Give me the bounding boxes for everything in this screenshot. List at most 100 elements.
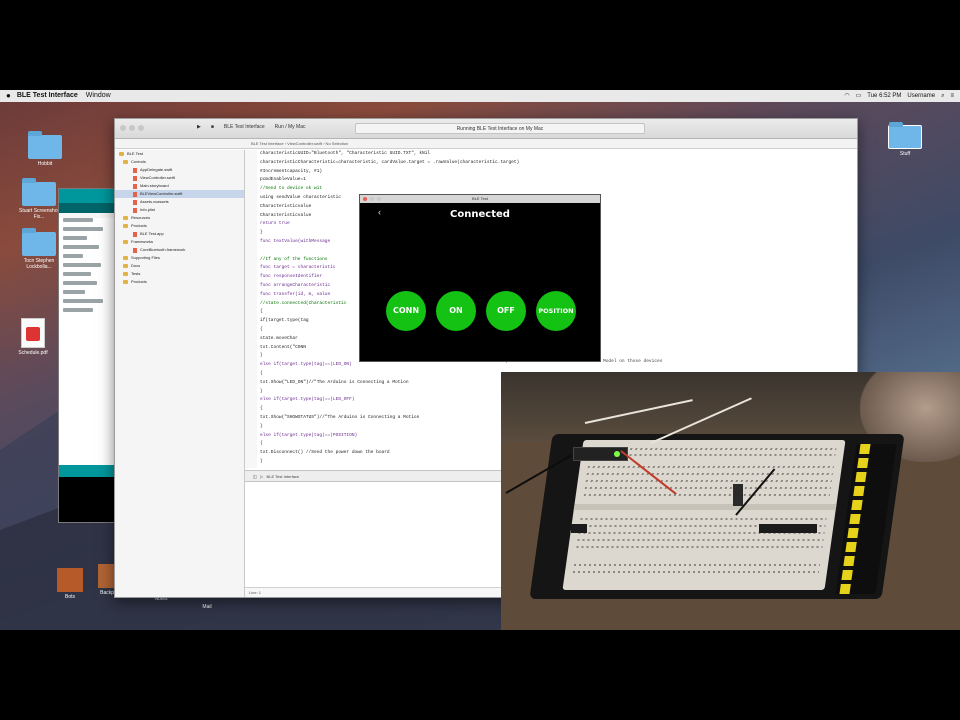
navigator-item-label: Info.plist <box>140 207 155 212</box>
swift-file-icon <box>133 191 137 197</box>
menu-bar-extras: ◠ ▭ Tue 6:52 PM Username ⌕ ≡ <box>844 90 954 102</box>
navigator-item[interactable]: Main.storyboard <box>115 182 244 190</box>
folder-icon <box>123 280 128 284</box>
arduino-console <box>59 477 117 522</box>
navigator-item-label: BLEViewController.swift <box>140 191 183 196</box>
navigator-item[interactable]: Resources <box>115 214 244 222</box>
navigator-item-label: Frameworks <box>131 239 154 244</box>
navigator-item-label: Docs <box>131 263 141 268</box>
navigator-item[interactable]: BLE Test.app <box>115 230 244 238</box>
ble-app-titlebar: BLE Test <box>360 195 600 203</box>
debug-continue-icon[interactable]: ▷ <box>260 474 263 479</box>
minimize-window-icon[interactable] <box>370 197 374 201</box>
debug-target-label: BLE Test Interface <box>266 474 300 479</box>
folder-icon <box>123 272 128 276</box>
zoom-window-icon[interactable] <box>138 125 144 131</box>
navigator-item-label: Assets.xcassets <box>140 199 169 204</box>
ble-window-controls[interactable] <box>363 197 381 201</box>
desktop-document-icon[interactable]: Schedule.pdf <box>8 318 58 356</box>
xcode-toolbar: ▶ ■ BLE Test Interface Run / My Mac Runn… <box>115 119 857 139</box>
project-navigator[interactable]: BLE Test Controls AppDelegate.swift ViewCon… <box>115 150 245 597</box>
connection-status: Connected <box>450 209 510 220</box>
navigator-item[interactable]: BLEViewController.swift <box>115 190 244 198</box>
window-controls[interactable] <box>120 125 144 131</box>
jump-bar[interactable]: BLE Test Interface › ViewController.swif… <box>115 139 857 149</box>
arduino-ide-window[interactable] <box>58 188 118 523</box>
code-line[interactable]: characteristicCharacteristic=characteris… <box>245 159 857 168</box>
folder-icon <box>119 152 124 156</box>
folder-icon <box>123 224 128 228</box>
on-button[interactable]: ON <box>436 291 476 331</box>
dock-item[interactable]: Mail <box>182 604 232 610</box>
battery-icon[interactable]: ▭ <box>856 90 862 102</box>
swift-file-icon <box>133 167 137 173</box>
status-led <box>614 451 620 457</box>
folder-icon <box>123 216 128 220</box>
navigator-item-label: Tests <box>131 271 141 276</box>
code-line[interactable]: #Incrementcapacity, #1) <box>245 168 857 177</box>
desktop-folder-icon[interactable]: Stuart Screenshot Fix... <box>14 178 64 220</box>
swift-file-icon <box>133 231 137 237</box>
navigator-item[interactable]: Controls <box>115 158 244 166</box>
navigator-item[interactable]: Tests <box>115 270 244 278</box>
run-icon[interactable]: ▶ <box>197 124 201 130</box>
ble-microcontroller <box>573 447 628 461</box>
code-line[interactable]: characteristicUUID="Bluetooth", "Charact… <box>245 150 857 159</box>
desktop-folder-icon[interactable]: Tocn Stephen Lockbolla... <box>14 228 64 270</box>
menu-clock[interactable]: Tue 6:52 PM <box>867 90 901 102</box>
swift-file-icon <box>133 207 137 213</box>
swift-file-icon <box>133 183 137 189</box>
code-line[interactable]: //Send to device ok wit <box>245 185 857 194</box>
navigator-item[interactable]: Products <box>115 222 244 230</box>
navigator-item-label: AppDelegate.swift <box>140 167 173 172</box>
navigator-item[interactable]: Docs <box>115 262 244 270</box>
ble-app-content: ‹ Connected CONN ON OFF POSITION <box>360 203 600 363</box>
navigator-item[interactable]: Frameworks <box>115 238 244 246</box>
menu-window[interactable]: Window <box>86 90 111 102</box>
navigator-item[interactable]: AppDelegate.swift <box>115 166 244 174</box>
folder-icon <box>123 240 128 244</box>
desktop-folder-icon[interactable]: Stuff <box>880 122 930 157</box>
scheme-selector[interactable]: ▶ ■ BLE Test Interface Run / My Mac <box>197 124 306 130</box>
navigator-item-label: CoreBluetooth.framework <box>140 247 186 252</box>
navigator-item-label: ViewController.swift <box>140 175 175 180</box>
off-button[interactable]: OFF <box>486 291 526 331</box>
conn-button[interactable]: CONN <box>386 291 426 331</box>
navigator-item[interactable]: Info.plist <box>115 206 244 214</box>
code-line[interactable]: pcmdEnableValue=1 <box>245 176 857 185</box>
stop-icon[interactable]: ■ <box>211 124 214 130</box>
menu-app-name[interactable]: BLE Test Interface <box>17 90 78 102</box>
list-icon[interactable]: ≡ <box>950 90 954 102</box>
search-icon[interactable]: ⌕ <box>941 90 944 102</box>
camera-feed-breadboard <box>501 372 960 630</box>
swift-file-icon <box>133 175 137 181</box>
arduino-toolbar <box>59 189 117 203</box>
minimize-window-icon[interactable] <box>129 125 135 131</box>
run-destination[interactable]: Run / My Mac <box>275 124 306 130</box>
navigator-item-label: Products <box>131 223 147 228</box>
wifi-icon[interactable]: ◠ <box>844 90 849 102</box>
ble-app-window[interactable]: BLE Test ‹ Connected CONN ON OFF POSITIO… <box>359 194 601 362</box>
navigator-item[interactable]: ViewController.swift <box>115 174 244 182</box>
navigator-item-label: BLE Test.app <box>140 231 164 236</box>
navigator-item[interactable]: Assets.xcassets <box>115 198 244 206</box>
position-button[interactable]: POSITION <box>536 291 576 331</box>
zoom-window-icon[interactable] <box>377 197 381 201</box>
arduino-tabbar <box>59 203 117 213</box>
navigator-item[interactable]: CoreBluetooth.framework <box>115 246 244 254</box>
scheme-name[interactable]: BLE Test Interface <box>224 124 265 130</box>
navigator-item-label: Supporting Files <box>131 255 160 260</box>
menu-user[interactable]: Username <box>907 90 935 102</box>
folder-icon <box>123 160 128 164</box>
desktop-folder-icon[interactable]: Hobbit <box>20 131 70 167</box>
navigator-item[interactable]: BLE Test <box>115 150 244 158</box>
line-gutter <box>245 150 257 468</box>
apple-menu-icon[interactable]: ● <box>6 90 11 102</box>
debug-toggle-icon[interactable]: ◫ <box>253 474 257 479</box>
close-window-icon[interactable] <box>120 125 126 131</box>
navigator-item[interactable]: Supporting Files <box>115 254 244 262</box>
ble-window-title: BLE Test <box>472 196 488 201</box>
navigator-item[interactable]: Products <box>115 278 244 286</box>
close-window-icon[interactable] <box>363 197 367 201</box>
arduino-code-editor[interactable] <box>59 218 117 488</box>
